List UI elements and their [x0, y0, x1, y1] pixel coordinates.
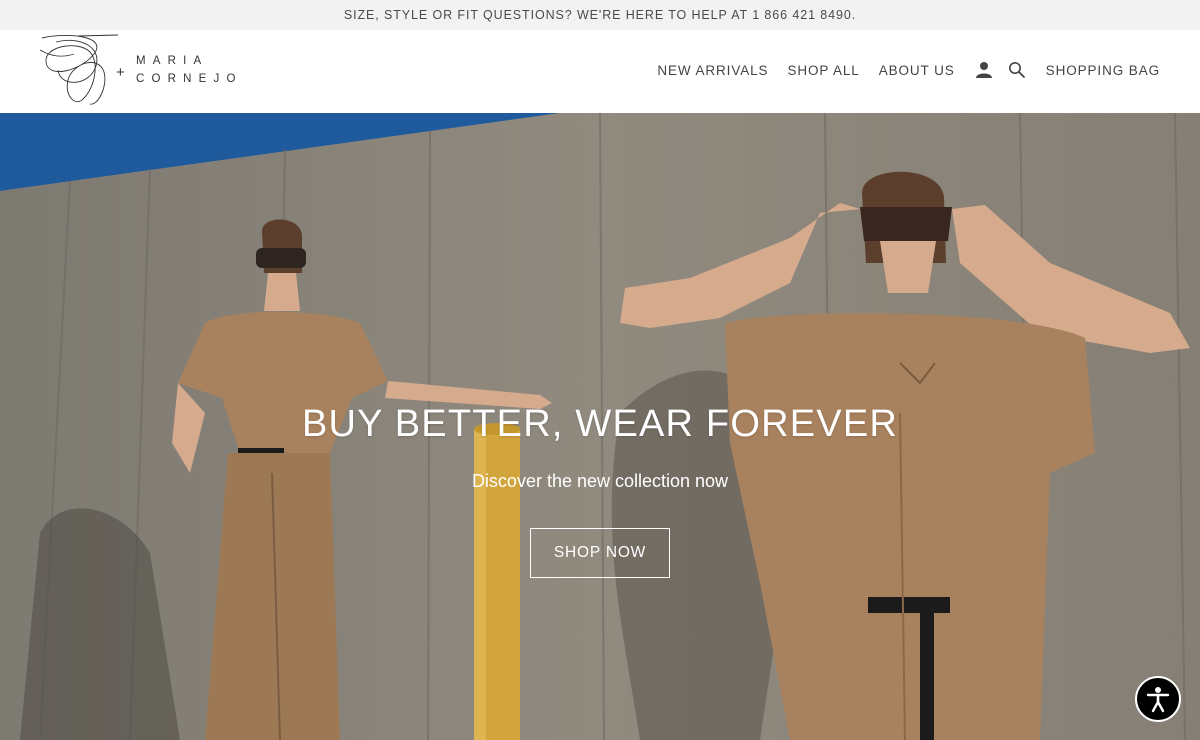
hero-banner: BUY BETTER, WEAR FOREVER Discover the ne… [0, 113, 1200, 740]
nav-about-us[interactable]: ABOUT US [879, 63, 955, 78]
site-header: + MARIA CORNEJO NEW ARRIVALS SHOP ALL AB… [0, 30, 1200, 113]
logo-plus: + [116, 64, 125, 81]
user-icon[interactable] [974, 60, 994, 80]
brand-logo[interactable]: + MARIA CORNEJO [38, 32, 268, 112]
scribble-logo-icon [39, 34, 119, 105]
announcement-bar: SIZE, STYLE OR FIT QUESTIONS? WE'RE HERE… [0, 0, 1200, 30]
main-nav: NEW ARRIVALS SHOP ALL ABOUT US SHOPPING … [657, 58, 1160, 82]
logo-wordmark-maria: MARIA [136, 55, 209, 67]
hero-subheadline: Discover the new collection now [471, 471, 729, 491]
hero-headline: BUY BETTER, WEAR FOREVER [301, 403, 899, 445]
nav-shop-all[interactable]: SHOP ALL [787, 63, 859, 78]
accessibility-icon[interactable] [1135, 676, 1181, 722]
logo-wordmark-cornejo: CORNEJO [136, 73, 243, 85]
nav-shopping-bag[interactable]: SHOPPING BAG [1046, 63, 1160, 78]
shop-now-button[interactable]: SHOP NOW [530, 528, 670, 578]
announcement-text: SIZE, STYLE OR FIT QUESTIONS? WE'RE HERE… [343, 8, 857, 22]
search-icon[interactable] [1007, 60, 1027, 80]
nav-new-arrivals[interactable]: NEW ARRIVALS [657, 63, 768, 78]
